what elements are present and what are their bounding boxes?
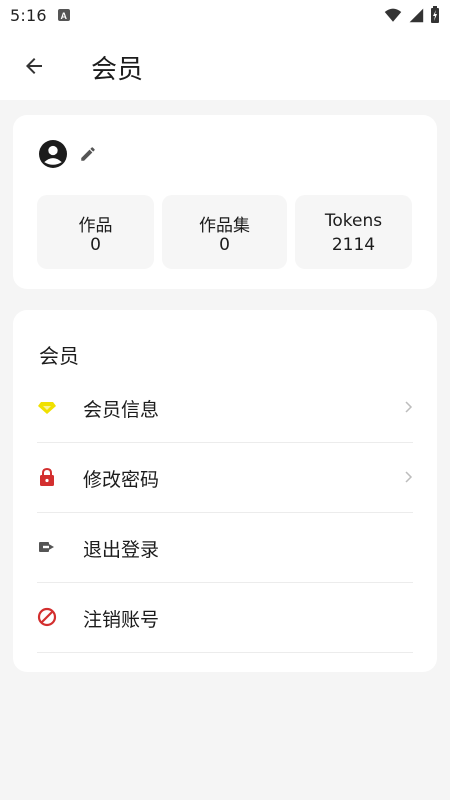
menu-item-change-password[interactable]: 修改密码: [37, 442, 413, 513]
menu-item-logout[interactable]: 退出登录: [37, 512, 413, 583]
pencil-icon[interactable]: [79, 145, 97, 163]
menu-item-label: 会员信息: [83, 399, 160, 421]
menu-item-delete-account[interactable]: 注销账号: [37, 582, 413, 653]
profile-card: 作品 0 作品集 0 Tokens 2114: [13, 115, 437, 289]
stat-label: Tokens: [324, 211, 383, 231]
logout-icon: [39, 542, 54, 552]
account-circle-icon: [39, 140, 67, 168]
section-title: 会员: [39, 344, 79, 368]
menu-item-label: 注销账号: [83, 609, 160, 631]
stats-row: 作品 0 作品集 0 Tokens 2114: [37, 195, 415, 269]
member-card: 会员 会员信息 修改密码 退出登录 注销账号: [13, 310, 437, 672]
stat-value: 0: [219, 235, 230, 255]
stat-collections[interactable]: 作品集 0: [162, 195, 287, 269]
stat-works[interactable]: 作品 0: [37, 195, 154, 269]
signal-icon: [409, 8, 424, 23]
back-button[interactable]: [20, 52, 48, 80]
block-icon: [37, 607, 57, 627]
system-icons: [384, 6, 440, 24]
app-bar: 会员: [0, 30, 450, 100]
stat-label: 作品: [78, 216, 113, 236]
stat-value: 0: [90, 235, 101, 255]
menu-item-label: 退出登录: [83, 539, 160, 561]
page-title: 会员: [91, 55, 144, 85]
arrow-back-icon: [26, 58, 42, 74]
svg-text:A: A: [61, 11, 68, 21]
stat-value: 2114: [331, 235, 376, 255]
status-time: 5:16: [10, 6, 47, 25]
chevron-right-icon: [405, 471, 413, 483]
stat-label: 作品集: [199, 216, 250, 236]
battery-charging-icon: [431, 6, 439, 23]
wifi-icon: [384, 8, 402, 22]
stat-tokens[interactable]: Tokens 2114: [295, 195, 412, 269]
status-bar: 5:16 A: [0, 0, 450, 30]
menu-item-member-info[interactable]: 会员信息: [37, 372, 413, 443]
notification-a-icon: A: [58, 9, 70, 21]
lock-icon: [40, 467, 54, 486]
diamond-icon: [38, 402, 56, 414]
chevron-right-icon: [405, 401, 413, 413]
menu-item-label: 修改密码: [83, 469, 160, 491]
